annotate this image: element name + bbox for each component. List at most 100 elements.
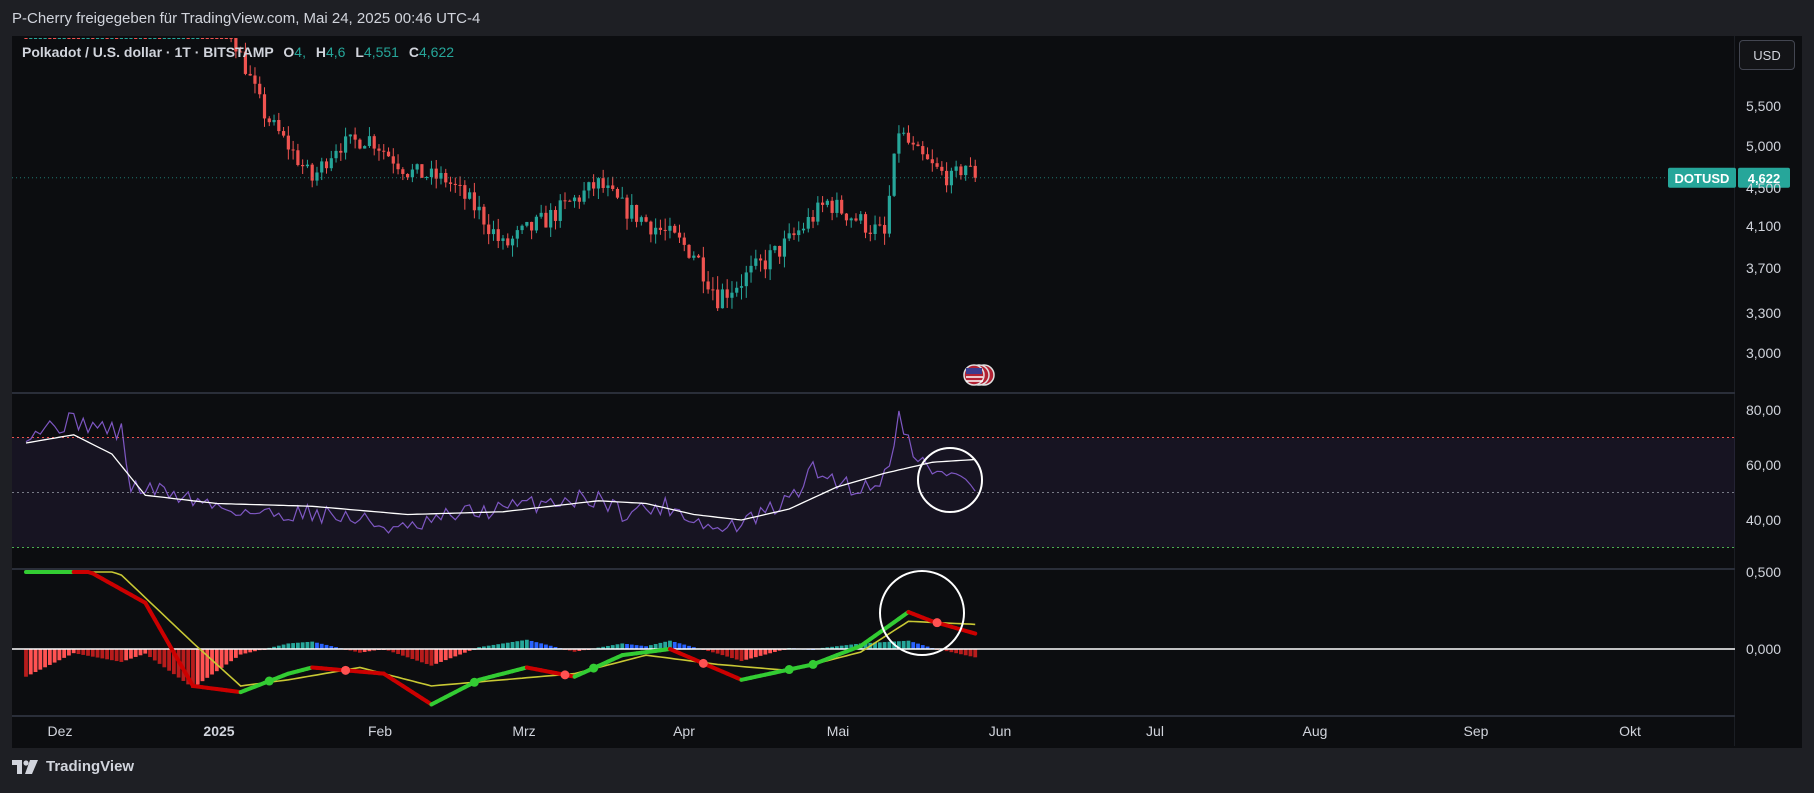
candle[interactable] [191,38,195,39]
candle-body[interactable] [510,238,515,246]
candle-body[interactable] [401,169,405,174]
candle-body[interactable] [754,258,758,266]
candle[interactable] [196,38,200,39]
candle[interactable] [143,38,147,39]
candle[interactable] [463,180,467,210]
candle-body[interactable] [525,221,529,226]
candle[interactable] [873,215,877,241]
candle-body[interactable] [596,178,600,189]
candle-body[interactable] [157,38,162,39]
candle[interactable] [739,274,744,300]
candle-body[interactable] [844,213,849,221]
candle-body[interactable] [458,184,462,186]
macd-histogram-bar[interactable] [315,642,319,649]
candle[interactable] [115,38,119,39]
candle-body[interactable] [716,289,720,309]
candle-body[interactable] [530,221,534,231]
candle[interactable] [902,127,906,136]
candle-body[interactable] [143,38,147,39]
candle-body[interactable] [57,38,61,39]
time-axis[interactable]: Dez 2025 Feb Mrz Apr Mai Jun Jul Aug Sep Okt [48,723,1641,739]
macd-histogram-bar[interactable] [28,649,33,675]
macd-histogram-bar[interactable] [167,649,171,671]
candle-body[interactable] [825,200,829,205]
candle[interactable] [797,221,801,242]
candle[interactable] [630,194,634,222]
candle-body[interactable] [668,225,672,231]
candle[interactable] [358,138,362,150]
candle[interactable] [148,38,152,39]
macd-panel[interactable] [12,570,1735,707]
candle[interactable] [57,38,61,39]
candle-body[interactable] [763,260,767,270]
candle-body[interactable] [973,165,977,178]
candle[interactable] [840,195,844,216]
macd-histogram-bar[interactable] [129,649,133,659]
macd-histogram-bar[interactable] [911,642,916,649]
candle[interactable] [124,38,128,39]
candle[interactable] [830,196,834,221]
macd-histogram-bar[interactable] [205,649,210,678]
candle[interactable] [634,204,639,228]
candle[interactable] [91,38,95,39]
macd-cross-dot[interactable] [589,663,599,673]
candle-body[interactable] [773,245,777,251]
candle[interactable] [491,220,496,241]
candle-body[interactable] [935,163,939,167]
candle[interactable] [663,218,667,241]
macd-cross-dot[interactable] [264,676,274,686]
macd-histogram-bar[interactable] [76,649,81,655]
candle-body[interactable] [91,38,95,39]
candle[interactable] [754,249,758,270]
candle-body[interactable] [696,255,701,258]
candle[interactable] [844,212,849,226]
candle-body[interactable] [658,227,663,230]
candle-body[interactable] [281,131,286,136]
candle-body[interactable] [577,197,581,202]
macd-histogram-bar[interactable] [720,649,725,656]
candle-body[interactable] [883,224,887,234]
candle-body[interactable] [630,204,634,219]
macd-histogram-bar[interactable] [734,649,739,660]
candle[interactable] [787,223,791,242]
candle[interactable] [854,213,858,222]
candle-body[interactable] [639,217,643,222]
candle[interactable] [668,217,672,239]
candle[interactable] [248,65,252,76]
candle[interactable] [200,38,205,39]
candle-body[interactable] [711,289,715,291]
candle[interactable] [343,127,348,160]
candle-body[interactable] [820,202,825,205]
candle[interactable] [429,160,434,185]
candle[interactable] [768,244,772,281]
candle[interactable] [401,167,405,181]
candle[interactable] [916,141,920,147]
candle[interactable] [29,38,33,39]
candle[interactable] [129,38,133,39]
macd-histogram-bar[interactable] [67,649,71,656]
candle-body[interactable] [348,134,352,137]
candle[interactable] [945,162,949,193]
candle-body[interactable] [191,38,195,39]
candle-body[interactable] [448,182,453,184]
macd-histogram-bar[interactable] [458,649,462,655]
candle[interactable] [487,214,491,245]
macd-histogram-bar[interactable] [505,642,510,649]
macd-histogram-bar[interactable] [86,649,90,656]
macd-histogram-bar[interactable] [33,649,38,673]
candle-body[interactable] [391,156,395,164]
macd-histogram-bar[interactable] [749,649,753,659]
macd-histogram-bar[interactable] [100,649,105,659]
macd-histogram-bar[interactable] [744,649,749,660]
candle[interactable] [391,148,395,174]
macd-histogram-bar[interactable] [410,649,415,659]
candle-body[interactable] [205,38,209,39]
candle[interactable] [177,38,181,39]
candle[interactable] [735,281,739,297]
candle[interactable] [363,145,367,149]
candle[interactable] [611,176,615,192]
candle[interactable] [644,214,648,223]
candle-body[interactable] [835,199,839,213]
candle-body[interactable] [420,164,424,178]
candle[interactable] [377,144,381,161]
